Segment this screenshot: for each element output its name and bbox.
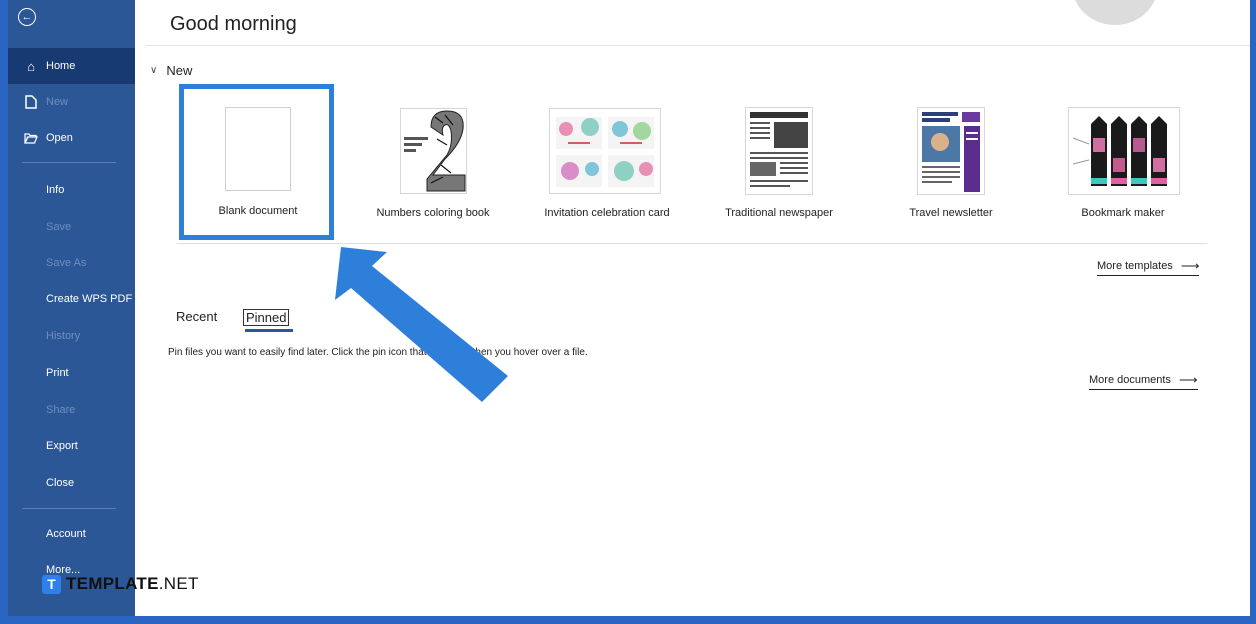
sidebar-item-label: Save	[46, 221, 72, 233]
sidebar-item-label: Create WPS PDF	[46, 293, 133, 305]
sidebar-item-label: Open	[46, 132, 73, 144]
watermark-text: TEMPLATE.NET	[66, 574, 199, 593]
backstage-sidebar: ← ⌂ Home New Open Info Save Save As Crea…	[8, 0, 135, 616]
sidebar-divider	[22, 162, 116, 163]
sidebar-item-share[interactable]: Share	[8, 392, 135, 428]
sidebar-item-print[interactable]: Print	[8, 355, 135, 391]
sidebar-item-save[interactable]: Save	[8, 209, 135, 245]
sidebar-item-history[interactable]: History	[8, 318, 135, 354]
sidebar-item-label: Export	[46, 440, 78, 452]
sidebar-item-new[interactable]: New	[8, 84, 135, 120]
sidebar-item-create-wps-pdf[interactable]: Create WPS PDF	[8, 281, 135, 317]
sidebar-divider	[22, 508, 116, 509]
sidebar-item-home[interactable]: ⌂ Home	[8, 48, 135, 84]
folder-open-icon	[24, 131, 38, 145]
sidebar-item-label: New	[46, 96, 69, 108]
watermark-badge: T	[42, 574, 61, 594]
sidebar-item-label: Share	[46, 404, 76, 416]
new-document-icon	[24, 95, 38, 109]
sidebar-item-info[interactable]: Info	[8, 172, 135, 208]
sidebar-item-label: History	[46, 330, 81, 342]
template-net-watermark: T TEMPLATE.NET	[42, 574, 199, 594]
sidebar-item-label: Home	[46, 60, 76, 72]
sidebar-item-close[interactable]: Close	[8, 465, 135, 501]
main-content: Good morning ∨ New Blank document Number…	[135, 0, 1250, 616]
home-icon: ⌂	[27, 58, 35, 74]
annotation-arrow-icon	[335, 247, 508, 402]
sidebar-item-save-as[interactable]: Save As	[8, 245, 135, 281]
sidebar-item-label: Account	[46, 528, 86, 540]
sidebar-item-account[interactable]: Account	[8, 516, 135, 552]
sidebar-item-label: Save As	[46, 257, 87, 269]
sidebar-item-label: Close	[46, 477, 75, 489]
sidebar-item-label: Info	[46, 184, 65, 196]
app-window: ← ⌂ Home New Open Info Save Save As Crea…	[8, 0, 1250, 616]
sidebar-item-export[interactable]: Export	[8, 428, 135, 464]
back-arrow-icon[interactable]: ←	[18, 8, 36, 26]
sidebar-item-label: Print	[46, 367, 69, 379]
sidebar-item-open[interactable]: Open	[8, 120, 135, 156]
